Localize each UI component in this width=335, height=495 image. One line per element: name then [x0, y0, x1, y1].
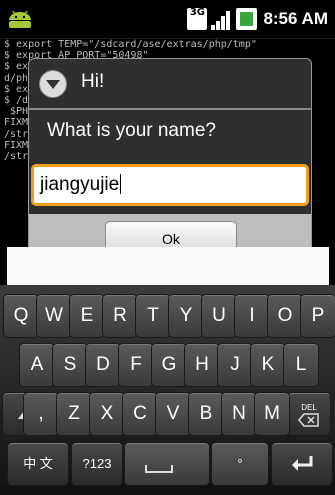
delete-key-label: DEL [301, 403, 317, 412]
key-m[interactable]: M [254, 392, 290, 436]
space-key[interactable] [124, 442, 210, 486]
status-bar: 3G 8:56 AM [0, 0, 335, 39]
enter-arrow-icon [292, 456, 313, 471]
key-t[interactable]: T [135, 294, 171, 338]
key-b[interactable]: B [188, 392, 224, 436]
key-x[interactable]: X [89, 392, 125, 436]
terminal-line: $ export TEMP="/sdcard/ase/extras/php/tm… [4, 39, 257, 50]
key-y[interactable]: Y [168, 294, 204, 338]
key-d[interactable]: D [85, 343, 121, 387]
name-input[interactable]: jiangyujie [31, 164, 309, 206]
key-k[interactable]: K [250, 343, 286, 387]
key-u[interactable]: U [201, 294, 237, 338]
status-time: 8:56 AM [263, 9, 328, 28]
name-input-value: jiangyujie [40, 174, 122, 195]
dialog-header: Hi! [29, 59, 311, 110]
key-l[interactable]: L [283, 343, 319, 387]
symbols-key[interactable]: ?123 [71, 442, 123, 486]
key-a[interactable]: A [19, 343, 55, 387]
key-c[interactable]: C [122, 392, 158, 436]
period-key[interactable]: ° [211, 442, 269, 486]
key-h[interactable]: H [184, 343, 220, 387]
enter-key[interactable] [271, 442, 333, 486]
key-f[interactable]: F [118, 343, 154, 387]
key-g[interactable]: G [151, 343, 187, 387]
backspace-icon [298, 413, 319, 427]
key-q[interactable]: Q [3, 294, 39, 338]
android-icon [9, 10, 31, 30]
key-z[interactable]: Z [56, 392, 92, 436]
key-i[interactable]: I [234, 294, 270, 338]
delete-key[interactable]: DEL [287, 392, 331, 436]
dropdown-arrow-icon [39, 70, 67, 98]
input-dialog: Hi! What is your name? jiangyujie Ok [28, 58, 312, 260]
language-switch-key[interactable]: 中 文 [7, 442, 69, 486]
key-v[interactable]: V [155, 392, 191, 436]
network-3g-icon: 3G [187, 8, 208, 30]
key-comma[interactable]: , [23, 392, 59, 436]
suggestion-strip[interactable] [7, 247, 329, 285]
key-n[interactable]: N [221, 392, 257, 436]
dialog-title: Hi! [81, 71, 105, 92]
key-o[interactable]: O [267, 294, 303, 338]
key-r[interactable]: R [102, 294, 138, 338]
key-p[interactable]: P [300, 294, 335, 338]
battery-charging-icon [236, 8, 258, 30]
key-s[interactable]: S [52, 343, 88, 387]
signal-strength-icon [211, 8, 231, 30]
key-e[interactable]: E [69, 294, 105, 338]
key-j[interactable]: J [217, 343, 253, 387]
dialog-message: What is your name? [47, 120, 216, 141]
soft-keyboard: DEL 中 文 ?123 ° QWERTYUIOP ASDFGHJKL,ZXCVB… [0, 285, 335, 495]
key-w[interactable]: W [36, 294, 72, 338]
text-caret [120, 174, 122, 194]
